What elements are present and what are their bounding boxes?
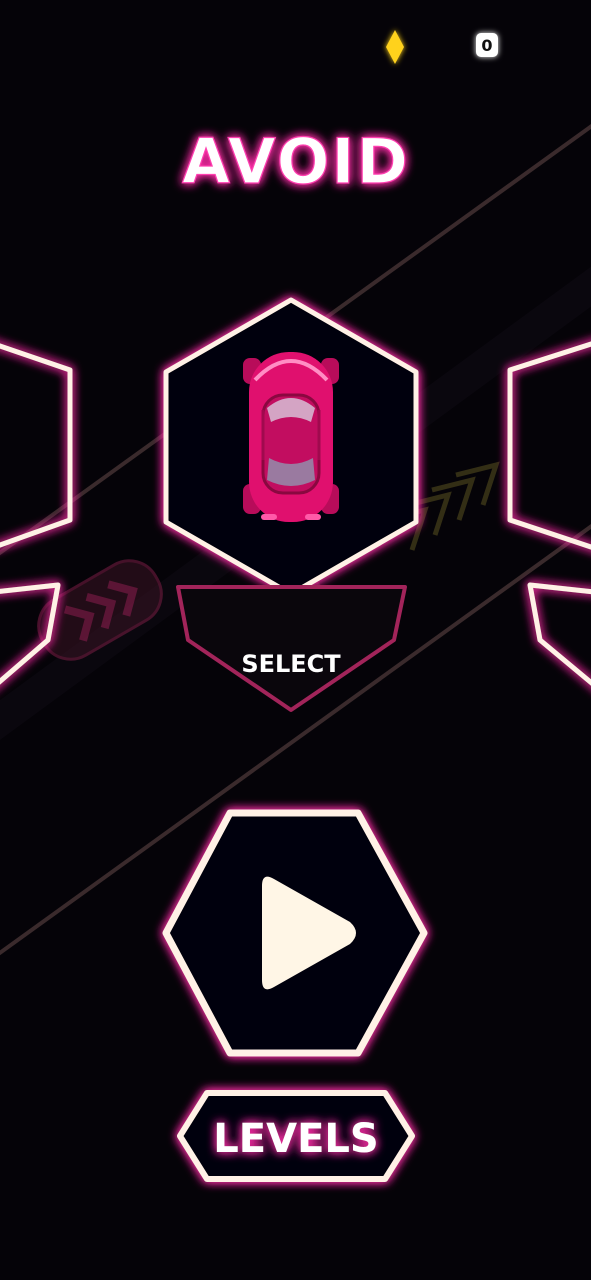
select-button[interactable]: SELECT (176, 585, 407, 712)
car-slot-selected[interactable]: SELECT (163, 297, 419, 712)
game-scene: 0 AVOID SELECT LEVELS (0, 30, 591, 1182)
diamond-icon (386, 30, 404, 64)
gem-count: 0 (481, 36, 492, 55)
levels-button[interactable]: LEVELS (177, 1090, 415, 1182)
gem-counter: 0 (386, 30, 498, 64)
play-button[interactable] (162, 809, 428, 1057)
game-screen: 0 AVOID SELECT LEVELS (0, 0, 591, 1280)
car-slot-right[interactable] (507, 322, 591, 690)
levels-label: LEVELS (213, 1116, 378, 1162)
select-label: SELECT (241, 650, 341, 678)
selected-car (243, 352, 339, 522)
game-title: AVOID (182, 125, 410, 198)
